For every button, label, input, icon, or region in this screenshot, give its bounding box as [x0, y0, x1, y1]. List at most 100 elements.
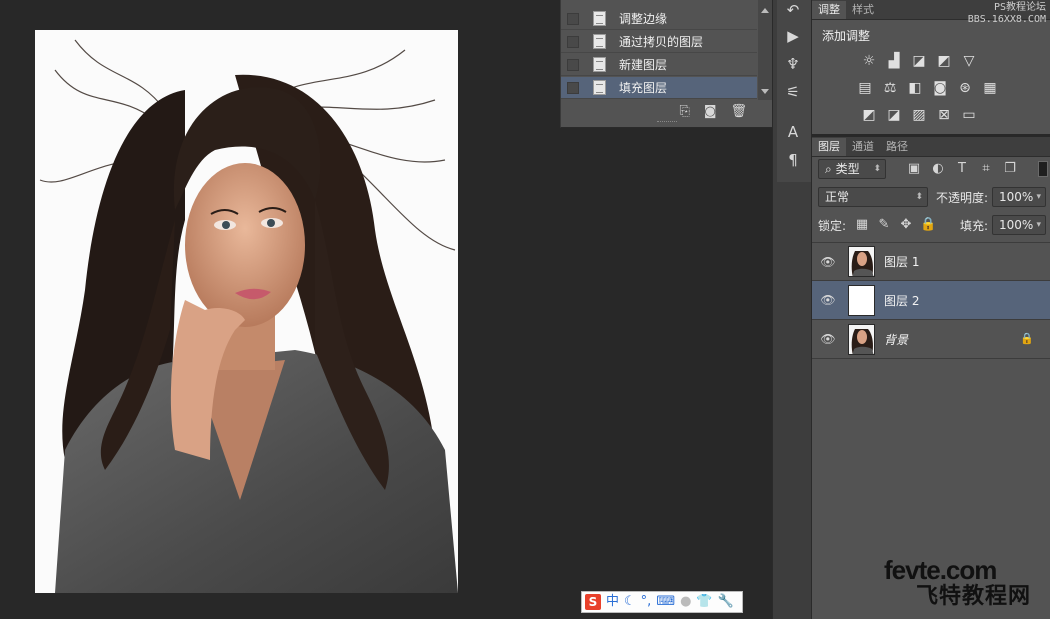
- search-icon: ⌕: [825, 162, 832, 176]
- vibrance-icon[interactable]: ▤: [856, 80, 874, 96]
- filter-toggle[interactable]: [1038, 161, 1048, 177]
- levels-icon[interactable]: ▟: [885, 53, 903, 69]
- punctuation-icon[interactable]: °,: [641, 594, 652, 610]
- dropdown-arrow-icon: ⬍: [873, 164, 881, 174]
- opacity-label: 不透明度:: [936, 191, 989, 205]
- panel-resize-grip[interactable]: [657, 121, 677, 124]
- lock-position-icon[interactable]: ✥: [898, 217, 914, 233]
- adjustments-panel: 调整 样式 PS教程论坛 BBS.16XX8.COM 添加调整 ☼ ▟ ◪ ◩ …: [812, 0, 1050, 134]
- dropdown-arrow-icon: ▾: [1036, 220, 1041, 230]
- paragraph-panel-icon[interactable]: ¶: [783, 150, 803, 170]
- opacity-value: 100%: [999, 190, 1034, 204]
- collapsed-panel-strip: ↶ ▶ ♆ ⚟ A ¶: [772, 0, 812, 619]
- watermark-line2: BBS.16XX8.COM: [967, 14, 1046, 25]
- history-panel: 调整边缘 通过拷贝的图层 新建图层 填充图层 ⎘ ◙ 🗑: [560, 0, 782, 128]
- layer-thumbnail: [848, 284, 875, 316]
- fill-label: 填充:: [960, 219, 989, 233]
- tool-presets-icon[interactable]: ♆: [783, 54, 803, 74]
- history-state-icon: [593, 34, 606, 49]
- photo-filter-icon[interactable]: ◙: [931, 80, 949, 96]
- channel-mixer-icon[interactable]: ⊛: [956, 80, 974, 96]
- shape-filter-icon[interactable]: ⌗: [978, 161, 994, 177]
- layer-row[interactable]: 👁 图层 1: [812, 242, 1050, 281]
- half-width-moon-icon[interactable]: ☾: [624, 594, 636, 610]
- history-panel-icon[interactable]: ↶: [783, 0, 803, 20]
- keyboard-icon[interactable]: ⌨: [656, 594, 675, 610]
- skin-shirt-icon[interactable]: 👕: [696, 594, 712, 610]
- history-snapshot-checkbox[interactable]: [567, 12, 579, 25]
- actions-play-icon[interactable]: ▶: [783, 26, 803, 46]
- dropdown-arrow-icon: ▾: [1036, 192, 1041, 202]
- color-balance-icon[interactable]: ⚖: [881, 80, 899, 96]
- tab-layers[interactable]: 图层: [812, 138, 846, 156]
- history-item[interactable]: 通过拷贝的图层: [561, 31, 757, 53]
- layers-panel: 图层 通道 路径 ⌕ 类型 ⬍ ▣ ◐ T ⌗ ❐ 正常 ⬍ 不透明度: 100…: [812, 137, 1050, 619]
- tab-paths[interactable]: 路径: [880, 138, 914, 156]
- layer-row-background[interactable]: 👁 背景 🔒: [812, 320, 1050, 359]
- color-lookup-icon[interactable]: ▦: [981, 80, 999, 96]
- selective-color-icon[interactable]: ⊠: [935, 107, 953, 123]
- gradient-triangle-icon[interactable]: ▽: [960, 53, 978, 69]
- history-snapshot-checkbox[interactable]: [567, 35, 579, 48]
- black-white-icon[interactable]: ◧: [906, 80, 924, 96]
- user-icon[interactable]: ●: [680, 594, 691, 610]
- blend-mode-select[interactable]: 正常 ⬍: [818, 187, 928, 207]
- fill-field[interactable]: 100% ▾: [992, 215, 1046, 235]
- site-logo: fevte.com 飞特教程网: [884, 556, 1046, 612]
- history-snapshot-checkbox[interactable]: [567, 81, 579, 94]
- smart-object-filter-icon[interactable]: ❐: [1002, 161, 1018, 177]
- layer-row-selected[interactable]: 👁 图层 2: [812, 281, 1050, 320]
- trash-icon[interactable]: 🗑: [730, 104, 747, 119]
- wrench-tools-icon[interactable]: 🔧: [718, 594, 734, 610]
- gradient-map-icon[interactable]: ▭: [960, 107, 978, 123]
- lock-pixels-brush-icon[interactable]: ✎: [876, 217, 892, 233]
- brightness-icon[interactable]: ☼: [860, 53, 878, 69]
- canvas-document[interactable]: [35, 30, 458, 593]
- exposure-icon[interactable]: ◩: [935, 53, 953, 69]
- fill-value: 100%: [999, 218, 1034, 232]
- sogou-logo-icon[interactable]: S: [585, 594, 601, 610]
- site-logo-bottom: 飞特教程网: [916, 584, 1032, 609]
- ime-toolbar: S 中 ☾ °, ⌨ ● 👕 🔧: [581, 591, 743, 613]
- scroll-down-arrow-icon[interactable]: [761, 89, 769, 94]
- visibility-eye-icon[interactable]: 👁: [820, 255, 836, 269]
- lock-transparent-icon[interactable]: ▦: [854, 217, 870, 233]
- layer-name[interactable]: 图层 2: [884, 292, 919, 309]
- layer-name[interactable]: 背景: [884, 331, 908, 348]
- ime-mode-toggle[interactable]: 中: [606, 594, 619, 610]
- visibility-eye-icon[interactable]: 👁: [820, 332, 836, 346]
- threshold-icon[interactable]: ▨: [910, 107, 928, 123]
- history-item-label: 调整边缘: [619, 12, 668, 26]
- posterize-icon[interactable]: ◪: [885, 107, 903, 123]
- layer-thumbnail: [848, 246, 875, 277]
- lock-all-icon[interactable]: 🔒: [920, 217, 936, 233]
- history-item[interactable]: 调整边缘: [561, 8, 757, 30]
- history-snapshot-checkbox[interactable]: [567, 58, 579, 71]
- tab-channels[interactable]: 通道: [846, 138, 880, 156]
- invert-icon[interactable]: ◩: [860, 107, 878, 123]
- history-scrollbar[interactable]: [758, 0, 782, 100]
- camera-snapshot-icon[interactable]: ◙: [704, 104, 717, 119]
- new-document-from-state-icon[interactable]: ⎘: [679, 104, 689, 119]
- history-item-selected[interactable]: 填充图层: [561, 77, 757, 99]
- visibility-eye-icon[interactable]: 👁: [820, 293, 836, 307]
- type-filter-icon[interactable]: T: [954, 161, 970, 177]
- add-adjustment-title: 添加调整: [822, 29, 871, 43]
- tab-styles[interactable]: 样式: [846, 1, 880, 19]
- scroll-up-arrow-icon[interactable]: [761, 8, 769, 13]
- layer-name[interactable]: 图层 1: [884, 253, 919, 270]
- portrait-image: [35, 30, 458, 593]
- brush-settings-icon[interactable]: ⚟: [783, 82, 803, 102]
- character-panel-icon[interactable]: A: [783, 122, 803, 142]
- curves-icon[interactable]: ◪: [910, 53, 928, 69]
- layer-filter-select[interactable]: ⌕ 类型 ⬍: [818, 159, 886, 179]
- pixel-filter-icon[interactable]: ▣: [906, 161, 922, 177]
- history-item-label: 新建图层: [619, 58, 668, 72]
- history-state-icon: [593, 11, 606, 26]
- opacity-field[interactable]: 100% ▾: [992, 187, 1046, 207]
- adjustment-filter-icon[interactable]: ◐: [930, 161, 946, 177]
- adjustment-icons-row-3: ◩ ◪ ▨ ⊠ ▭: [860, 107, 978, 123]
- layer-lock-icon: 🔒: [1020, 332, 1034, 345]
- tab-adjustments[interactable]: 调整: [812, 1, 846, 19]
- history-item[interactable]: 新建图层: [561, 54, 757, 76]
